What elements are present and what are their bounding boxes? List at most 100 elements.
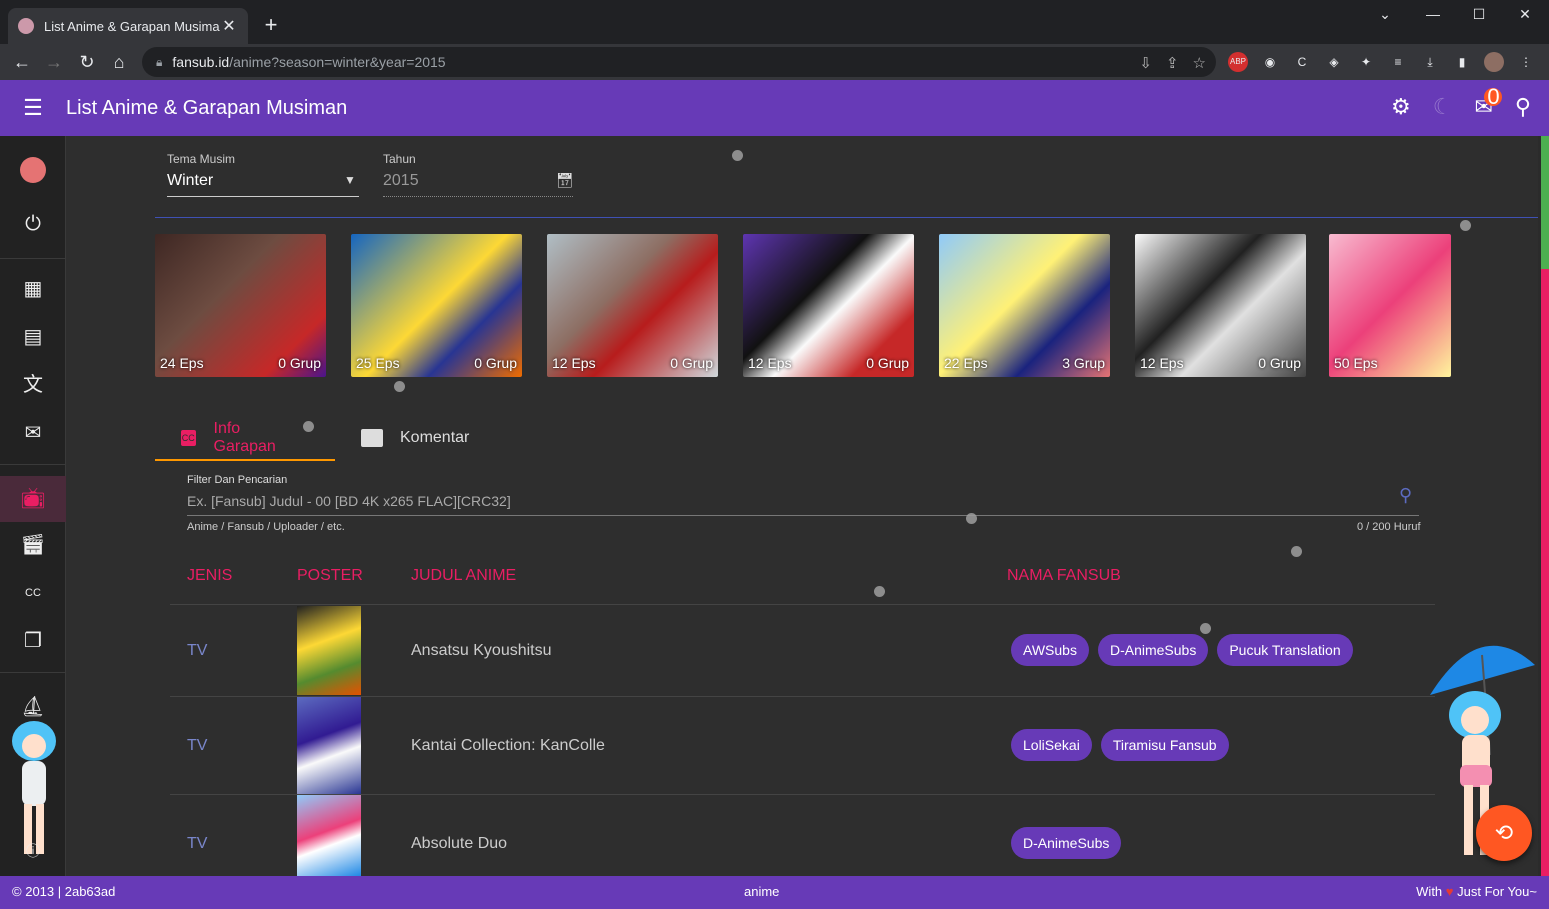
news-icon[interactable]: ▤ [0,314,66,360]
info-icon[interactable]: ⓘ [0,828,66,874]
search-icon[interactable]: ⚲ [1399,485,1412,506]
url-host: fansub.id [172,54,230,70]
tab-title: List Anime & Garapan Musiman | [44,18,220,34]
side-panel-icon[interactable]: ▮ [1452,52,1472,72]
forward-icon[interactable]: → [42,50,66,74]
adblock-icon[interactable]: ABP [1228,52,1248,72]
active-tab-indicator [155,459,335,461]
tab-komentar[interactable]: Komentar [361,416,469,460]
maximize-icon[interactable]: ☐ [1456,6,1502,26]
poster-eps: 12 Eps [748,355,792,371]
reload-icon[interactable]: ↻ [75,50,99,74]
footer-tagline: Just For You~ [1457,884,1537,899]
browser-chrome: List Anime & Garapan Musiman | ✕ + ⌄ — ☐… [0,0,1549,80]
footer: © 2013 | 2ab63ad anime With ♥ Just For Y… [0,876,1549,909]
year-field[interactable]: 2015 [383,172,419,190]
media-controls-icon[interactable]: ≡ [1388,52,1408,72]
tab-info-garapan[interactable]: CC Info Garapan [181,416,281,460]
dark-mode-moon-icon[interactable]: ☾ [1433,94,1453,120]
poster-card[interactable]: 12 Eps 0 Grup [547,234,718,377]
close-window-icon[interactable]: ✕ [1502,6,1548,26]
tab-search-icon[interactable]: ⌄ [1362,6,1408,26]
search-input[interactable]: Ex. [Fansub] Judul - 00 [BD 4K x265 FLAC… [187,493,511,509]
sidebar-avatar[interactable] [0,146,66,192]
fansub-chip[interactable]: AWSubs [1011,634,1089,666]
downloads-icon[interactable]: ⤓ [1420,52,1440,72]
poster-card[interactable]: 22 Eps 3 Grup [939,234,1110,377]
back-icon[interactable]: ← [10,50,34,74]
clapperboard-icon[interactable]: 🎬︎ [0,522,66,568]
poster-eps: 50 Eps [1334,355,1378,371]
minimize-icon[interactable]: — [1410,6,1456,26]
install-icon[interactable]: ⇩ [1139,54,1152,72]
header-fansub[interactable]: NAMA FANSUB [1007,567,1121,585]
notification-badge: 0 [1484,86,1503,108]
search-icon[interactable]: ⚲ [1515,94,1531,120]
camera-extension-icon[interactable]: ◉ [1260,52,1280,72]
season-select[interactable]: Winter [167,172,213,190]
poster-card[interactable]: 50 Eps [1329,234,1451,377]
fansub-chip[interactable]: Pucuk Translation [1217,634,1353,666]
browser-menu-icon[interactable]: ⋮ [1516,52,1536,72]
header-poster[interactable]: POSTER [297,567,363,585]
settings-gear-icon[interactable]: ⚙ [1391,94,1411,120]
subtitles-icon[interactable]: CC [0,570,66,616]
heart-icon: ♥ [1445,884,1454,899]
privacy-extension-icon[interactable]: ◈ [1324,52,1344,72]
url-path: /anime?season=winter&year=2015 [229,54,446,70]
right-scroll-indicator [1541,136,1549,876]
footer-left: © 2013 | 2ab63ad [12,884,115,899]
fansub-chip[interactable]: Tiramisu Fansub [1100,729,1229,761]
dropdown-arrow-icon[interactable]: ▼ [344,173,356,187]
history-fab-button[interactable]: ⟲ [1476,805,1532,861]
poster-card[interactable]: 25 Eps 0 Grup [351,234,522,377]
new-tab-button[interactable]: + [258,12,284,38]
poster-eps: 12 Eps [552,355,596,371]
browser-tab[interactable]: List Anime & Garapan Musiman | ✕ [8,8,248,44]
poster-eps: 12 Eps [1140,355,1184,371]
poster-card[interactable]: 12 Eps 0 Grup [1135,234,1306,377]
footer-version: 2013 | 2ab63ad [25,884,116,899]
chat-icon[interactable]: ✉ 0 [1474,86,1503,120]
address-bar[interactable]: 🔒︎ fansub.id /anime?season=winter&year=2… [142,47,1216,77]
season-label: Tema Musim [167,152,236,166]
translate-icon[interactable]: 文 [0,362,66,408]
app-bar: ☰ List Anime & Garapan Musiman ⚙ ☾ ✉ 0 ⚲ [0,80,1549,136]
header-jenis[interactable]: JENIS [187,567,232,585]
power-icon[interactable]: ⏻ [0,201,66,247]
footer-with: With [1416,884,1443,899]
home-icon[interactable]: ⌂ [107,50,131,74]
close-tab-icon[interactable]: ✕ [220,16,238,36]
row-title[interactable]: Ansatsu Kyoushitsu [411,642,552,660]
anime-thumbnail[interactable] [297,795,361,876]
profile-avatar[interactable] [1484,52,1504,72]
extensions-puzzle-icon[interactable]: ✦ [1356,52,1376,72]
search-hint: Anime / Fansub / Uploader / etc. [187,521,345,533]
fansub-chips: LoliSekai Tiramisu Fansub [1011,729,1229,761]
browser-toolbar: ← → ↻ ⌂ 🔒︎ fansub.id /anime?season=winte… [0,44,1549,80]
fansub-chip[interactable]: LoliSekai [1011,729,1092,761]
anime-thumbnail[interactable] [297,606,361,695]
sidebar-item-anime-tv-icon[interactable]: 📺︎ [0,476,66,522]
sidebar: ⏻ ▦ ▤ 文 ✉ 📺︎ 🎬︎ CC ❐ ⛵︎ ⓘ [0,136,66,876]
anime-thumbnail[interactable] [297,697,361,794]
fansub-chip[interactable]: D-AnimeSubs [1011,827,1122,859]
menu-icon[interactable]: ☰ [0,95,66,121]
poster-card[interactable]: 12 Eps 0 Grup [743,234,914,377]
share-icon[interactable]: ⇪ [1166,54,1179,72]
tab-komentar-label: Komentar [400,429,470,446]
row-title[interactable]: Absolute Duo [411,835,507,853]
poster-card[interactable]: 24 Eps 0 Grup [155,234,326,377]
calendar-icon[interactable]: 📅︎ [556,172,574,189]
poster-grup: 0 Grup [670,355,713,371]
bookmark-star-icon[interactable]: ☆ [1193,54,1206,72]
mail-icon[interactable]: ✉ [0,410,66,456]
copy-files-icon[interactable]: ❐ [0,618,66,664]
poster-grup: 0 Grup [1258,355,1301,371]
code-extension-icon[interactable]: C [1292,52,1312,72]
header-judul[interactable]: JUDUL ANIME [411,567,516,585]
fansub-chip[interactable]: D-AnimeSubs [1097,634,1209,666]
row-title[interactable]: Kantai Collection: KanColle [411,737,605,755]
search-label: Filter Dan Pencarian [187,474,288,486]
dashboard-icon[interactable]: ▦ [0,266,66,312]
